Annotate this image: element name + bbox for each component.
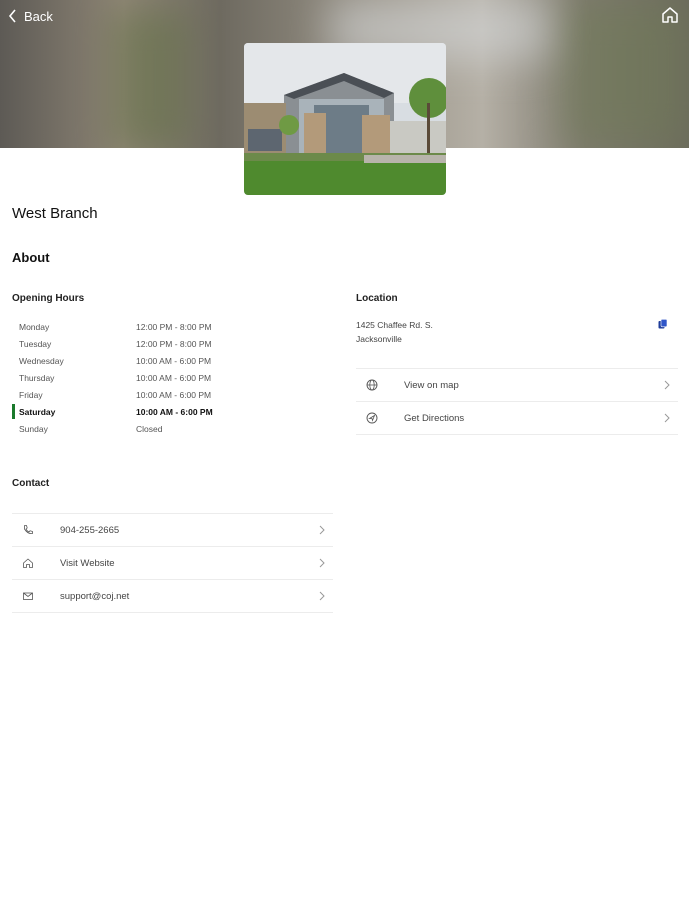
hours-row-today: Saturday 10:00 AM - 6:00 PM: [12, 403, 332, 420]
branch-name: West Branch: [12, 205, 98, 222]
hours-day: Thursday: [19, 372, 55, 383]
contact-title: Contact: [12, 478, 50, 489]
location-address: 1425 Chaffee Rd. S. Jacksonville: [356, 318, 433, 346]
hours-day: Friday: [19, 389, 43, 400]
email-contact-item[interactable]: support@coj.net: [12, 579, 333, 613]
globe-icon: [366, 379, 378, 391]
view-on-map-button[interactable]: View on map: [356, 368, 678, 401]
back-button[interactable]: Back: [8, 6, 53, 26]
hours-row: Wednesday 10:00 AM - 6:00 PM: [12, 352, 332, 369]
address-line2: Jacksonville: [356, 334, 402, 344]
chevron-right-icon: [319, 558, 325, 568]
mail-icon: [23, 592, 33, 600]
home-icon: [23, 558, 33, 568]
phone-contact-item[interactable]: 904-255-2665: [12, 513, 333, 546]
hours-time: 10:00 AM - 6:00 PM: [136, 355, 212, 366]
get-directions-label: Get Directions: [404, 412, 465, 424]
hours-day: Saturday: [19, 406, 56, 417]
opening-hours-list: Monday 12:00 PM - 8:00 PM Tuesday 12:00 PM…: [12, 318, 332, 437]
visit-website-label: Visit Website: [60, 557, 115, 569]
directions-icon: [366, 412, 378, 424]
contact-list: 904-255-2665 Visit Website support@coj.n…: [12, 513, 333, 613]
hours-time: Closed: [136, 423, 163, 434]
hours-time: 10:00 AM - 6:00 PM: [136, 372, 212, 383]
chevron-right-icon: [664, 380, 670, 390]
get-directions-button[interactable]: Get Directions: [356, 401, 678, 435]
hours-row: Thursday 10:00 AM - 6:00 PM: [12, 369, 332, 386]
phone-number: 904-255-2665: [60, 524, 120, 536]
hours-time: 10:00 AM - 6:00 PM: [136, 389, 212, 400]
hours-day: Sunday: [19, 423, 48, 434]
hours-day: Tuesday: [19, 338, 52, 349]
view-on-map-label: View on map: [404, 379, 459, 391]
hours-day: Wednesday: [19, 355, 64, 366]
chevron-left-icon: [8, 9, 16, 23]
hours-day: Monday: [19, 321, 50, 332]
hours-time: 12:00 PM - 8:00 PM: [136, 338, 212, 349]
hours-row: Monday 12:00 PM - 8:00 PM: [12, 318, 332, 335]
hours-row: Friday 10:00 AM - 6:00 PM: [12, 386, 332, 403]
phone-icon: [24, 525, 33, 535]
location-title: Location: [356, 293, 398, 304]
opening-hours-title: Opening Hours: [12, 293, 85, 304]
copy-icon[interactable]: [658, 319, 668, 329]
address-line1: 1425 Chaffee Rd. S.: [356, 320, 433, 330]
hours-time: 10:00 AM - 6:00 PM: [136, 406, 213, 417]
hours-time: 12:00 PM - 8:00 PM: [136, 321, 212, 332]
hours-row: Sunday Closed: [12, 420, 332, 437]
email-address: support@coj.net: [60, 590, 130, 602]
location-actions: View on map Get Directions: [356, 368, 678, 435]
visit-website-item[interactable]: Visit Website: [12, 546, 333, 579]
back-label: Back: [24, 8, 53, 24]
chevron-right-icon: [319, 525, 325, 535]
chevron-right-icon: [319, 591, 325, 601]
hours-row: Tuesday 12:00 PM - 8:00 PM: [12, 335, 332, 352]
chevron-right-icon: [664, 413, 670, 423]
home-icon[interactable]: [661, 6, 679, 24]
about-heading: About: [12, 250, 50, 265]
branch-photo: [244, 43, 446, 195]
